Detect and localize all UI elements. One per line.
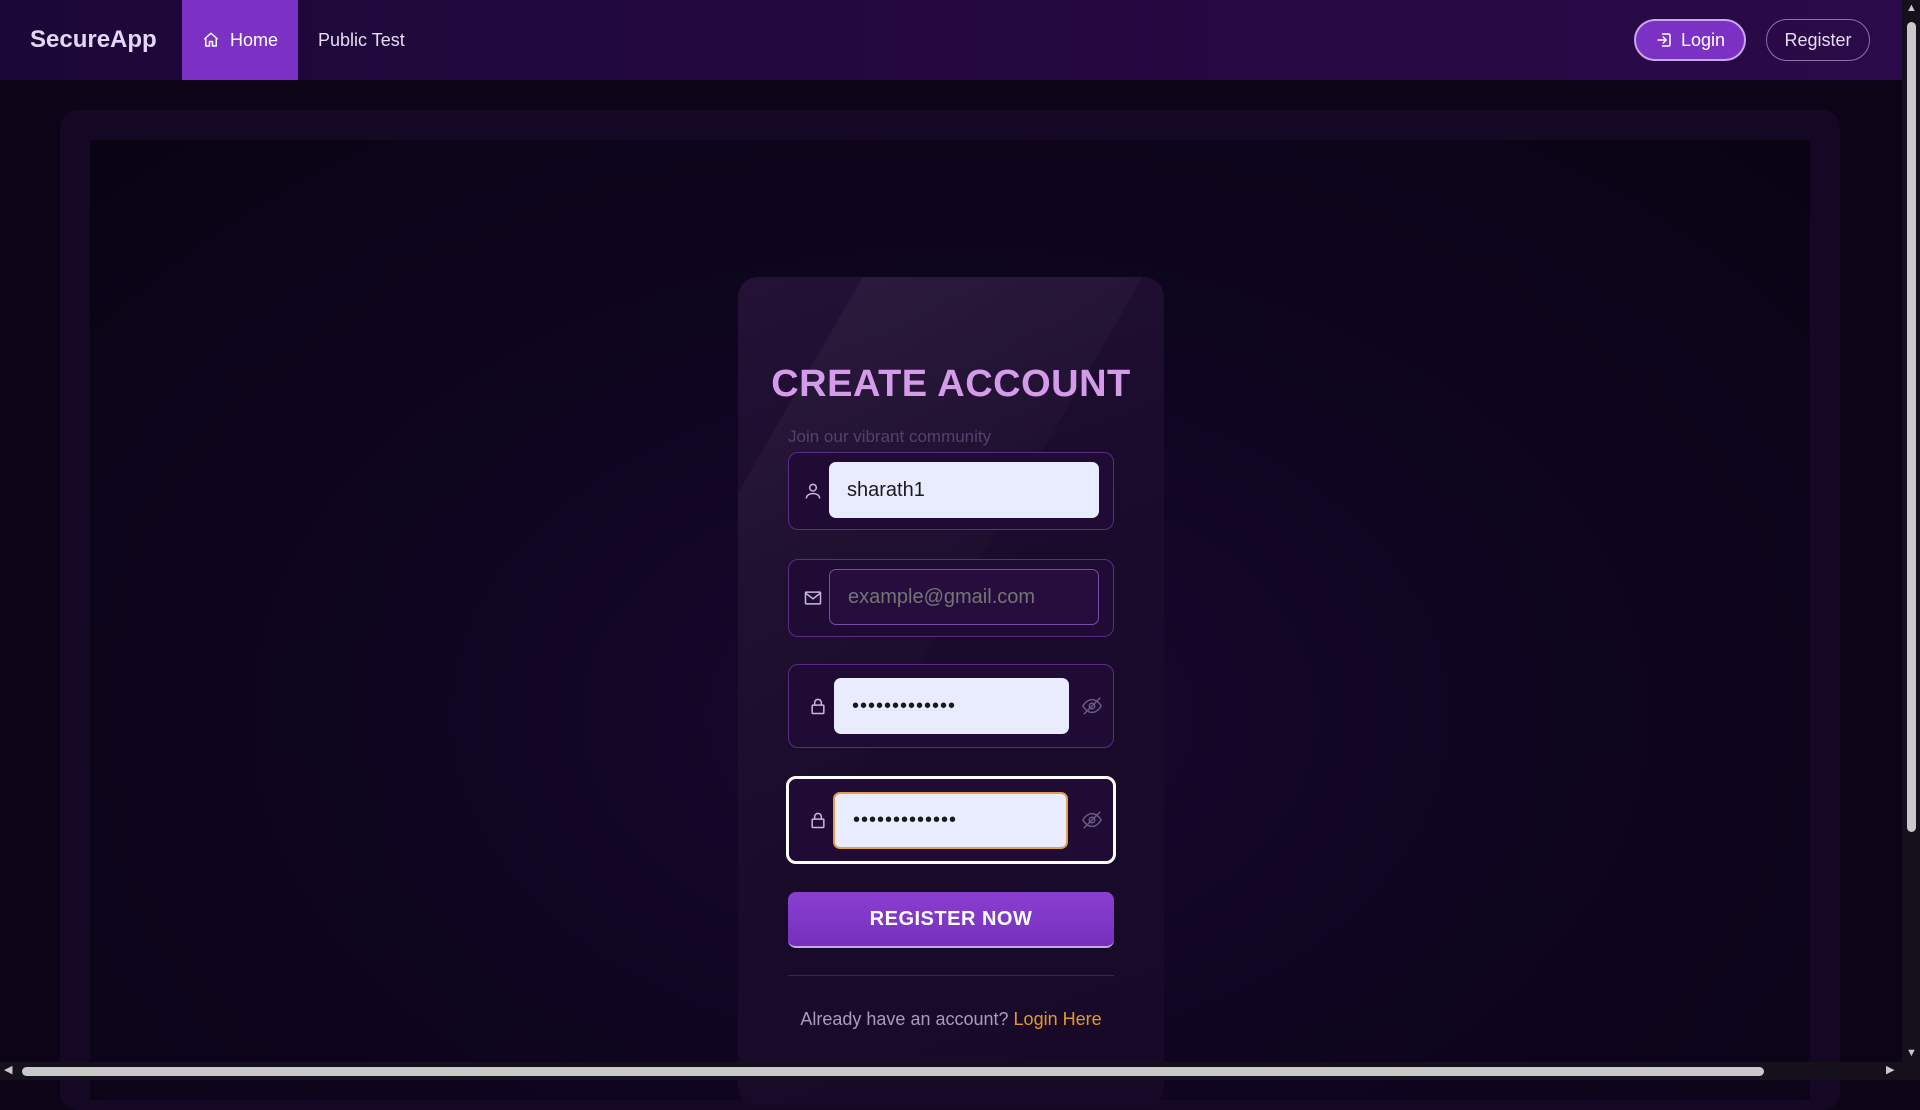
- eye-off-icon[interactable]: [1081, 809, 1103, 831]
- login-prompt-text: Already have an account?: [800, 1009, 1009, 1029]
- password-field-group: [788, 664, 1114, 748]
- brand-logo[interactable]: SecureApp: [30, 26, 182, 54]
- email-input[interactable]: [829, 569, 1099, 625]
- vertical-scrollbar[interactable]: ▲ ▼: [1902, 0, 1920, 1062]
- login-button[interactable]: Login: [1634, 19, 1746, 61]
- nav-auth-buttons: Login Register: [1634, 19, 1870, 61]
- nav-item-home-label: Home: [230, 29, 279, 50]
- nav-item-public-test-label: Public Test: [318, 29, 405, 50]
- vertical-scroll-thumb[interactable]: [1907, 22, 1916, 832]
- home-icon: [202, 31, 220, 49]
- form-subtitle: Join our vibrant community: [788, 427, 992, 446]
- register-card: CREATE ACCOUNT Join our vibrant communit…: [738, 277, 1164, 1107]
- email-field-group: [788, 559, 1114, 637]
- confirm-password-input[interactable]: [833, 792, 1068, 849]
- divider: [788, 975, 1114, 976]
- login-prompt: Already have an account? Login Here: [738, 1009, 1164, 1030]
- login-icon: [1655, 31, 1673, 49]
- register-button[interactable]: Register: [1766, 19, 1870, 61]
- user-icon: [801, 479, 825, 503]
- username-input[interactable]: [829, 462, 1099, 518]
- register-now-button[interactable]: REGISTER NOW: [788, 892, 1114, 948]
- mail-icon: [801, 586, 825, 610]
- scrollbar-corner: [1902, 1062, 1920, 1080]
- scroll-left-arrow-icon[interactable]: ◀: [4, 1065, 12, 1076]
- scroll-right-arrow-icon[interactable]: ▶: [1886, 1065, 1894, 1076]
- horizontal-scroll-thumb[interactable]: [22, 1067, 1764, 1076]
- top-navbar: SecureApp Home Public Test Login Registe…: [0, 0, 1902, 80]
- horizontal-scrollbar[interactable]: ◀ ▶: [0, 1062, 1902, 1080]
- scroll-down-arrow-icon[interactable]: ▼: [1906, 1048, 1917, 1059]
- confirm-password-field-group: [786, 776, 1116, 864]
- password-input[interactable]: [834, 678, 1069, 734]
- eye-off-icon[interactable]: [1081, 695, 1103, 717]
- nav-item-home[interactable]: Home: [182, 0, 299, 80]
- login-here-link[interactable]: Login Here: [1014, 1009, 1102, 1029]
- username-field-group: [788, 452, 1114, 530]
- lock-icon: [806, 808, 830, 832]
- lock-icon: [806, 694, 830, 718]
- form-title: CREATE ACCOUNT: [771, 363, 1131, 405]
- nav-item-public-test[interactable]: Public Test: [298, 0, 425, 80]
- login-button-label: Login: [1680, 29, 1726, 50]
- scroll-up-arrow-icon[interactable]: ▲: [1906, 3, 1917, 14]
